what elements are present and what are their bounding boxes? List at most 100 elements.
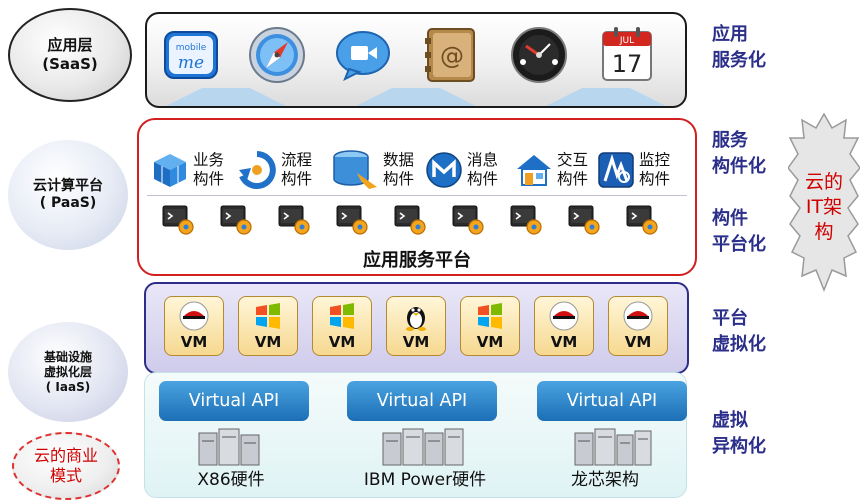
linux-tux-icon (406, 307, 426, 331)
hardware-label-loongson: 龙芯架构 (571, 470, 639, 490)
dashboard-icon[interactable] (509, 22, 569, 88)
business-model-line-1: 云的商业 (33, 446, 98, 465)
terminal-gear-icon[interactable] (219, 204, 253, 236)
paas-platform-box: 业务 构件 流程 构件 数据 构件 消息 构件 交互 构件 监控 构件 应用服务… (137, 118, 697, 276)
right-label-platform-virtual: 平台 虚拟化 (712, 306, 766, 358)
vm-windows-1[interactable]: VM (238, 296, 298, 356)
vm-label: VM (476, 333, 504, 351)
vm-windows-2[interactable]: VM (312, 296, 372, 356)
business-model-oval: 云的商业 模式 (12, 432, 120, 500)
hardware-label-x86: X86硬件 (197, 470, 265, 490)
monitor-component-l1: 监控 (639, 151, 671, 169)
calendar-icon[interactable]: JUL 17 (597, 22, 657, 88)
vm-label: VM (402, 333, 430, 351)
it-architecture-line: 构 (814, 221, 834, 243)
terminal-gear-icon[interactable] (393, 204, 427, 236)
vm-windows-3[interactable]: VM (460, 296, 520, 356)
paas-layer-oval: 云计算平台 ( PaaS) (8, 140, 128, 250)
paas-title: 应用服务平台 (363, 250, 471, 271)
right-label-line: 异构化 (712, 436, 766, 457)
right-label-line: 应用 (712, 24, 748, 45)
message-component[interactable]: 消息 构件 (425, 146, 507, 194)
data-component-l2: 构件 (383, 170, 415, 188)
terminal-gear-icon[interactable] (277, 204, 311, 236)
terminal-gear-icon[interactable] (451, 204, 485, 236)
saas-connector-2 (356, 88, 476, 106)
vm-label: VM (550, 333, 578, 351)
business-model-line-2: 模式 (49, 466, 82, 485)
redhat-icon (623, 301, 653, 331)
virtual-api-x86[interactable]: Virtual API (159, 381, 309, 421)
interaction-house-icon (517, 155, 551, 186)
database-icon (333, 150, 377, 189)
right-label-service-component: 服务 构件化 (712, 128, 766, 180)
right-label-line: 构件化 (712, 156, 766, 177)
monitor-component[interactable]: 监控 构件 (597, 146, 679, 194)
calendar-day: 17 (612, 50, 643, 78)
message-icon (426, 152, 462, 188)
hardware-layer-box: Virtual API Virtual API Virtual API X86硬… (144, 372, 687, 498)
right-label-line: 服务化 (712, 50, 766, 71)
server-rack-icon (198, 428, 260, 466)
terminal-gear-icon[interactable] (625, 204, 659, 236)
right-label-line: 虚拟化 (712, 334, 766, 355)
message-component-l1: 消息 (467, 151, 499, 169)
iaas-layer-title-1: 基础设施 (43, 349, 92, 364)
virtual-api-power[interactable]: Virtual API (347, 381, 497, 421)
safari-compass-icon[interactable] (247, 22, 307, 88)
saas-layer-title: 应用层 (47, 36, 93, 55)
redhat-icon (549, 301, 579, 331)
vm-label: VM (254, 333, 282, 351)
right-label-line: 构件 (712, 208, 748, 229)
data-component-l1: 数据 (383, 151, 415, 169)
interaction-component[interactable]: 交互 构件 (515, 146, 597, 194)
terminal-gear-icon[interactable] (161, 204, 195, 236)
saas-layer-oval: 应用层 (SaaS) (8, 8, 132, 102)
process-component[interactable]: 流程 构件 (237, 146, 321, 194)
hardware-label-power: IBM Power硬件 (363, 470, 487, 490)
process-component-l2: 构件 (281, 170, 313, 188)
process-component-l1: 流程 (281, 151, 313, 169)
svg-text:me: me (178, 53, 204, 73)
vm-layer-box: VM VM VM VM VM VM VM (144, 282, 689, 374)
process-cycle-icon (239, 151, 276, 189)
business-component-l2: 构件 (193, 170, 225, 188)
vm-redhat-3[interactable]: VM (608, 296, 668, 356)
vm-linux[interactable]: VM (386, 296, 446, 356)
iaas-layer-oval: 基础设施 虚拟化层 ( IaaS) (8, 322, 128, 422)
business-cube-icon (154, 154, 186, 187)
saas-connector-3 (546, 88, 666, 106)
vm-redhat-2[interactable]: VM (534, 296, 594, 356)
windows-icon (478, 303, 502, 329)
terminal-gear-icon[interactable] (567, 204, 601, 236)
right-label-line: 服务 (712, 130, 748, 151)
right-label-line: 平台 (712, 308, 748, 329)
address-book-icon[interactable]: @ (421, 22, 481, 88)
paas-divider (147, 195, 687, 196)
it-architecture-line: 云的 (804, 171, 843, 193)
it-architecture-line: IT架 (805, 196, 843, 218)
windows-icon (256, 303, 280, 329)
video-chat-icon[interactable] (333, 22, 393, 88)
iaas-layer-subtitle: ( IaaS) (45, 379, 91, 394)
vm-label: VM (180, 333, 208, 351)
mobileme-icon[interactable]: mobile me (161, 22, 221, 88)
right-label-app-service: 应用 服务化 (712, 22, 766, 74)
vm-label: VM (328, 333, 356, 351)
calendar-month: JUL (619, 36, 634, 46)
monitor-component-l2: 构件 (639, 170, 671, 188)
paas-layer-subtitle: ( PaaS) (39, 195, 97, 211)
paas-layer-title: 云计算平台 (33, 177, 103, 194)
iaas-layer-title-2: 虚拟化层 (43, 364, 92, 379)
terminal-gear-icon[interactable] (335, 204, 369, 236)
virtual-api-loongson[interactable]: Virtual API (537, 381, 687, 421)
saas-connector-1 (166, 88, 286, 106)
server-rack-icon (574, 428, 652, 466)
terminal-gear-icon[interactable] (509, 204, 543, 236)
saas-layer-subtitle: (SaaS) (42, 55, 98, 73)
monitor-icon (598, 152, 634, 188)
vm-redhat-1[interactable]: VM (164, 296, 224, 356)
right-label-line: 虚拟 (712, 410, 748, 431)
data-component[interactable]: 数据 构件 (331, 146, 423, 194)
business-component[interactable]: 业务 构件 (151, 146, 233, 194)
